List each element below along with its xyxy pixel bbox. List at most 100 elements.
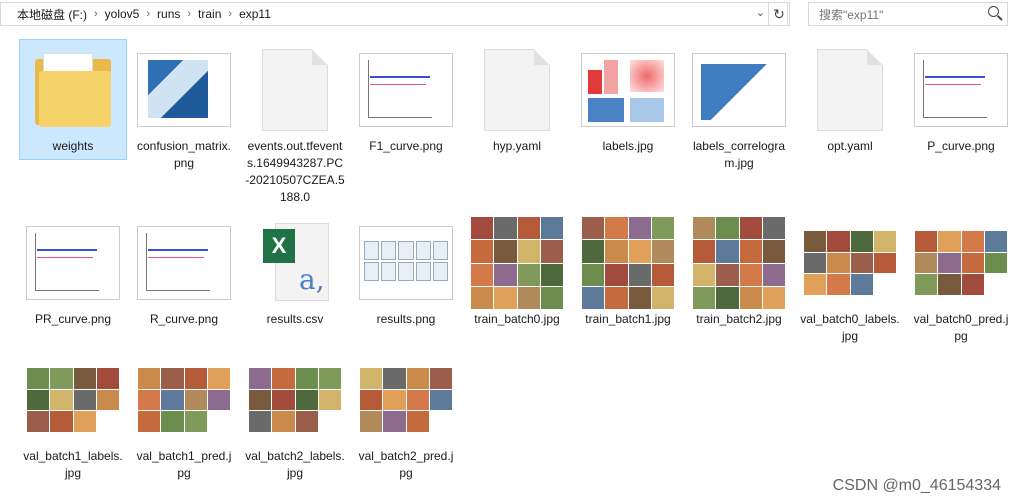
breadcrumb-yolov5[interactable]: yolov5: [101, 7, 144, 21]
file-item[interactable]: PR_curve.png: [20, 213, 126, 332]
refresh-icon[interactable]: ↻: [768, 2, 790, 26]
file-name: hyp.yaml: [492, 139, 542, 153]
file-thumbnail: [797, 42, 903, 138]
image-thumbnail: [27, 368, 119, 432]
file-item[interactable]: val_batch0_labels.jpg: [797, 213, 903, 349]
file-thumbnail: [131, 352, 237, 448]
breadcrumb[interactable]: 本地磁盘 (F:) › yolov5 › runs › train › exp1…: [0, 2, 788, 26]
file-item[interactable]: weights: [19, 39, 127, 160]
file-name: weights: [52, 139, 94, 153]
image-thumbnail: [138, 368, 230, 432]
file-name: val_batch0_labels.jpg: [800, 312, 900, 343]
file-name: labels_correlogram.jpg: [692, 139, 786, 170]
file-thumbnail: [353, 42, 459, 138]
chevron-down-icon[interactable]: ⌄: [756, 6, 765, 19]
search-input[interactable]: [817, 4, 981, 26]
file-item[interactable]: labels.jpg: [575, 40, 681, 159]
file-name: val_batch1_pred.jpg: [136, 449, 232, 480]
file-item[interactable]: train_batch0.jpg: [464, 213, 570, 332]
image-thumbnail: [914, 53, 1008, 127]
file-name: val_batch2_pred.jpg: [358, 449, 454, 480]
file-thumbnail: [131, 215, 237, 311]
image-thumbnail: [26, 226, 120, 300]
file-name: labels.jpg: [602, 139, 654, 153]
image-thumbnail: [582, 217, 674, 309]
file-name: results.png: [376, 312, 436, 326]
file-thumbnail: [353, 352, 459, 448]
file-item[interactable]: hyp.yaml: [464, 40, 570, 159]
file-item[interactable]: val_batch1_pred.jpg: [131, 350, 237, 486]
image-thumbnail: [915, 231, 1007, 295]
file-name: R_curve.png: [149, 312, 219, 326]
image-thumbnail: [137, 53, 231, 127]
document-icon: [817, 49, 883, 131]
search-box[interactable]: [808, 2, 1008, 26]
image-thumbnail: [804, 231, 896, 295]
file-item[interactable]: labels_correlogram.jpg: [686, 40, 792, 176]
file-name: P_curve.png: [927, 139, 995, 153]
file-name: results.csv: [266, 312, 324, 326]
file-name: events.out.tfevents.1649943287.PC-202105…: [245, 139, 345, 204]
file-thumbnail: [464, 215, 570, 311]
file-item[interactable]: train_batch2.jpg: [686, 213, 792, 332]
file-thumbnail: [575, 215, 681, 311]
file-name: confusion_matrix.png: [136, 139, 232, 170]
file-item[interactable]: val_batch2_pred.jpg: [353, 350, 459, 486]
breadcrumb-exp11[interactable]: exp11: [235, 7, 275, 21]
file-thumbnail: [686, 215, 792, 311]
file-item[interactable]: train_batch1.jpg: [575, 213, 681, 332]
breadcrumb-separator-icon: ›: [94, 8, 98, 20]
image-thumbnail: [360, 368, 452, 432]
image-thumbnail: [137, 226, 231, 300]
file-item[interactable]: events.out.tfevents.1649943287.PC-202105…: [242, 40, 348, 210]
file-name: opt.yaml: [827, 139, 873, 153]
image-thumbnail: [359, 53, 453, 127]
file-thumbnail: [20, 42, 126, 138]
breadcrumb-separator-icon: ›: [187, 8, 192, 20]
file-thumbnail: [575, 42, 681, 138]
file-item[interactable]: val_batch1_labels.jpg: [20, 350, 126, 486]
file-item[interactable]: R_curve.png: [131, 213, 237, 332]
file-name: F1_curve.png: [369, 139, 443, 153]
file-item[interactable]: results.png: [353, 213, 459, 332]
file-thumbnail: [242, 42, 348, 138]
file-name: PR_curve.png: [34, 312, 112, 326]
file-thumbnail: [908, 215, 1014, 311]
file-name: train_batch2.jpg: [696, 312, 782, 326]
file-thumbnail: [242, 352, 348, 448]
breadcrumb-drive[interactable]: 本地磁盘 (F:): [13, 6, 91, 23]
file-name: train_batch1.jpg: [585, 312, 671, 326]
search-icon[interactable]: [988, 6, 999, 17]
file-thumbnail: [464, 42, 570, 138]
file-item[interactable]: opt.yaml: [797, 40, 903, 159]
image-thumbnail: [249, 368, 341, 432]
file-thumbnail: [353, 215, 459, 311]
folder-icon: [35, 53, 111, 127]
file-item[interactable]: val_batch0_pred.jpg: [908, 213, 1014, 349]
file-name: val_batch2_labels.jpg: [245, 449, 345, 480]
file-thumbnail: [797, 215, 903, 311]
file-name: train_batch0.jpg: [474, 312, 560, 326]
file-thumbnail: [20, 352, 126, 448]
image-thumbnail: [471, 217, 563, 309]
file-thumbnail: [908, 42, 1014, 138]
image-thumbnail: [359, 226, 453, 300]
watermark: CSDN @m0_46154334: [832, 477, 1001, 494]
file-item[interactable]: val_batch2_labels.jpg: [242, 350, 348, 486]
file-thumbnail: Xa,: [242, 215, 348, 311]
file-name: val_batch0_pred.jpg: [913, 312, 1009, 343]
file-item[interactable]: Xa, results.csv: [242, 213, 348, 332]
file-name: val_batch1_labels.jpg: [23, 449, 123, 480]
breadcrumb-separator-icon: ›: [146, 8, 151, 20]
file-item[interactable]: P_curve.png: [908, 40, 1014, 159]
breadcrumb-train[interactable]: train: [194, 7, 225, 21]
image-thumbnail: [581, 53, 675, 127]
file-item[interactable]: F1_curve.png: [353, 40, 459, 159]
breadcrumb-runs[interactable]: runs: [153, 7, 184, 21]
image-thumbnail: [693, 217, 785, 309]
document-icon: [262, 49, 328, 131]
excel-csv-icon: Xa,: [263, 223, 329, 303]
file-item[interactable]: confusion_matrix.png: [131, 40, 237, 176]
file-thumbnail: [20, 215, 126, 311]
breadcrumb-separator-icon: ›: [228, 8, 233, 20]
